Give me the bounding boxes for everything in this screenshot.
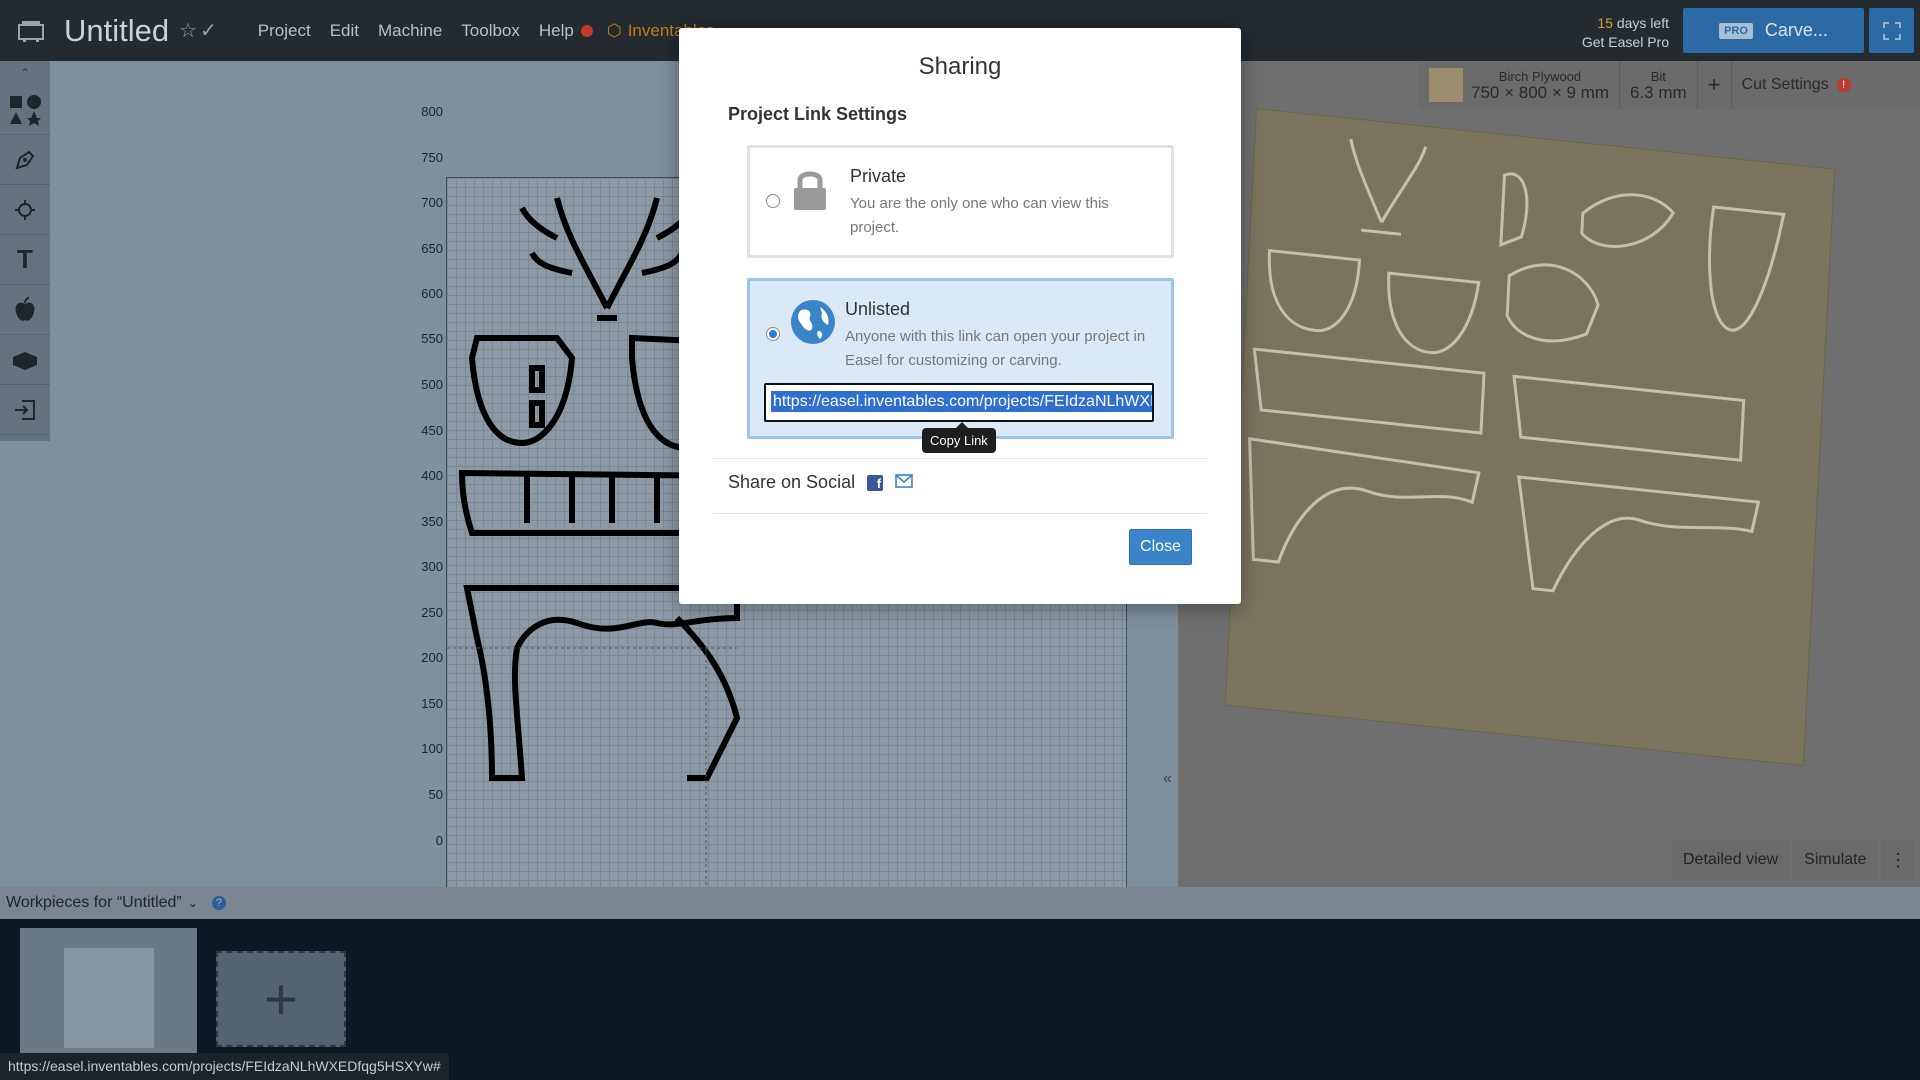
email-icon[interactable] (895, 472, 913, 493)
copy-link-tooltip: Copy Link (922, 422, 996, 453)
unlisted-label: Unlisted (845, 299, 911, 319)
private-description: You are the only one who can view this p… (850, 195, 1109, 236)
divider (713, 458, 1207, 459)
share-social-row: Share on Social f (728, 472, 913, 493)
share-social-label: Share on Social (728, 472, 856, 492)
close-button[interactable]: Close (1129, 529, 1192, 565)
divider (713, 513, 1207, 514)
private-radio[interactable] (766, 194, 780, 208)
project-link-settings-title: Project Link Settings (728, 104, 908, 124)
lock-icon (790, 168, 830, 217)
facebook-icon[interactable]: f (867, 474, 884, 491)
globe-icon (790, 299, 836, 350)
unlisted-description: Anyone with this link can open your proj… (845, 328, 1146, 369)
share-link-text: https://easel.inventables.com/projects/F… (771, 391, 1152, 412)
unlisted-radio[interactable] (766, 327, 780, 341)
unlisted-option[interactable]: Unlisted Anyone with this link can open … (747, 278, 1174, 439)
modal-title: Sharing (918, 53, 1002, 80)
private-option[interactable]: Private You are the only one who can vie… (747, 145, 1174, 258)
share-link-field[interactable]: https://easel.inventables.com/projects/F… (764, 383, 1154, 422)
sharing-modal: Sharing Project Link Settings Private Yo… (679, 28, 1241, 604)
private-label: Private (850, 166, 907, 186)
